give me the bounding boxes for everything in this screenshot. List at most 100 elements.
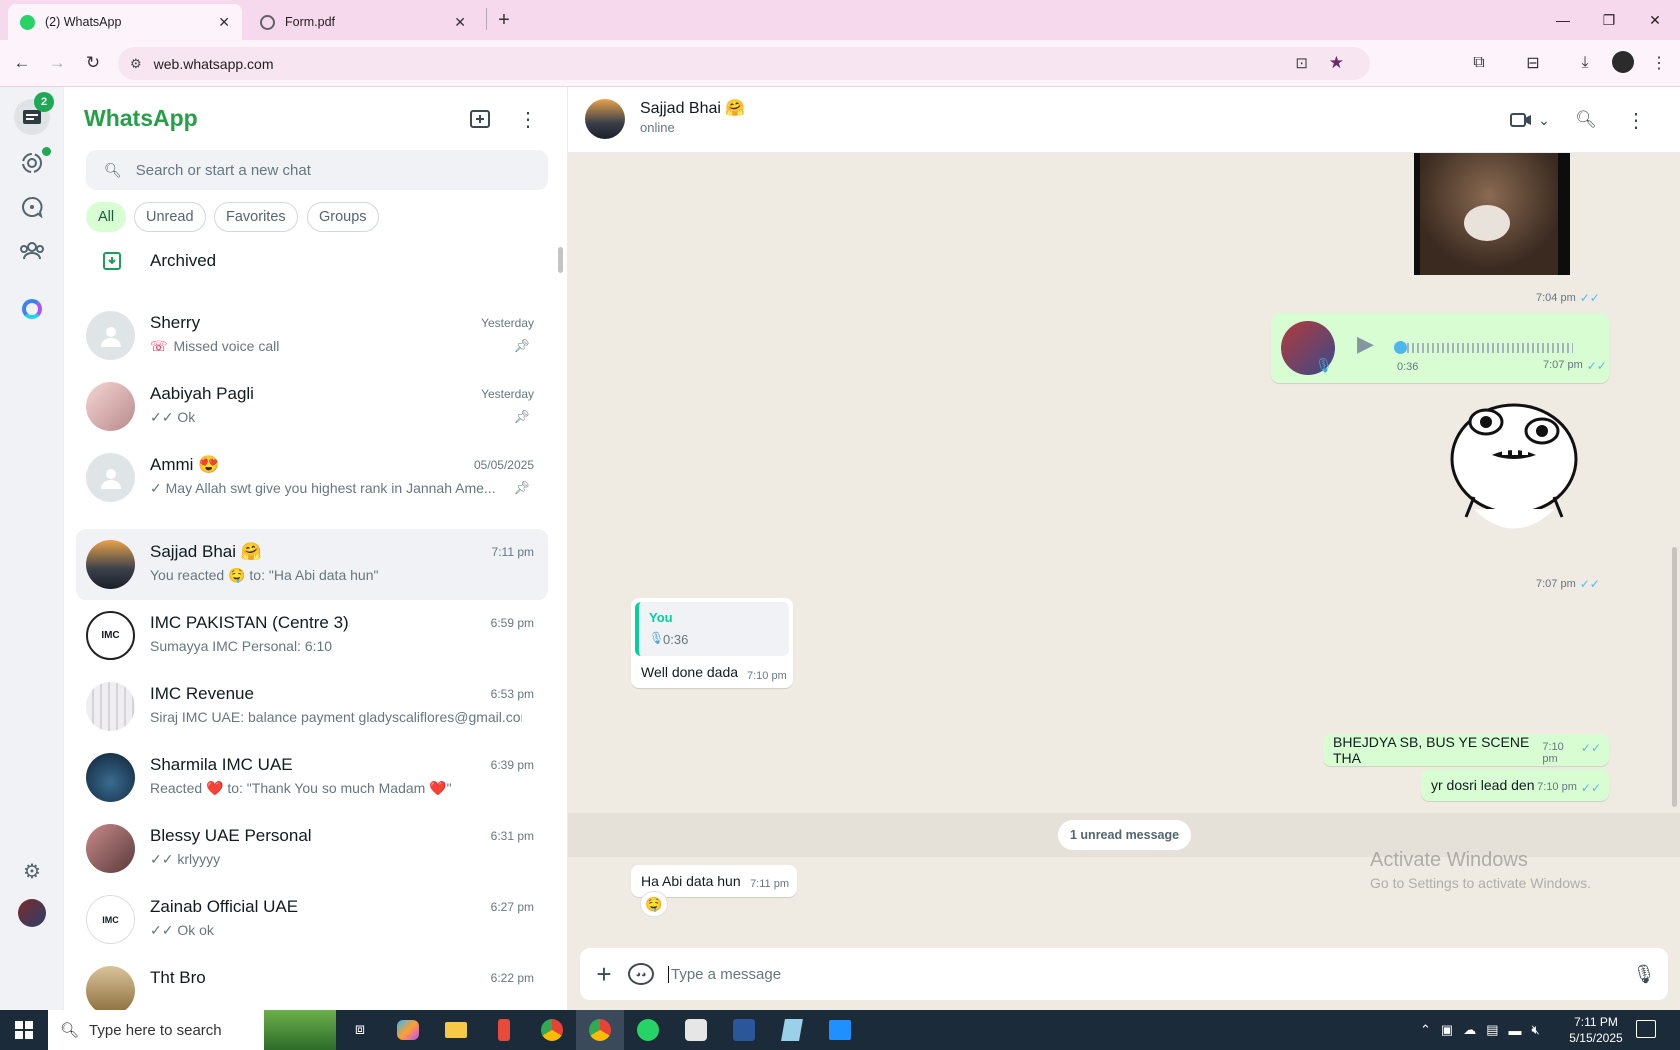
- network-icon[interactable]: ▬: [1509, 1023, 1522, 1038]
- sticker-emoji-icon[interactable]: ◕◕: [628, 963, 654, 985]
- close-tab-icon[interactable]: ✕: [218, 14, 230, 31]
- app-pin-icon[interactable]: [480, 1010, 528, 1050]
- channels-nav-button[interactable]: [14, 189, 50, 225]
- copilot-icon[interactable]: [384, 1010, 432, 1050]
- back-button[interactable]: ←: [7, 48, 37, 78]
- reload-button[interactable]: ↻: [78, 48, 108, 78]
- waveform[interactable]: [1397, 343, 1573, 353]
- address-bar[interactable]: ⚙ web.whatsapp.com ⊡ ★: [118, 47, 1370, 80]
- video-message[interactable]: [1414, 153, 1570, 275]
- filter-all[interactable]: All: [86, 202, 127, 232]
- reply-message[interactable]: You 🎙︎ 0:36 Well done dada 7:10 pm: [631, 598, 793, 688]
- notes-app-icon[interactable]: [768, 1010, 816, 1050]
- chat-menu-button[interactable]: ⋮: [1620, 104, 1652, 136]
- meta-ai-nav-button[interactable]: [14, 291, 50, 327]
- meet-now-icon[interactable]: ▣: [1441, 1022, 1453, 1038]
- photos-app-icon[interactable]: [816, 1010, 864, 1050]
- display-icon[interactable]: ▤: [1486, 1022, 1498, 1038]
- list-menu-button[interactable]: ⋮: [510, 101, 546, 137]
- chrome-icon[interactable]: [528, 1010, 576, 1050]
- contact-name[interactable]: Sajjad Bhai 🤗: [640, 98, 745, 118]
- clock[interactable]: 7:11 PM 5/15/2025: [1564, 1014, 1628, 1046]
- avatar: IMC: [86, 895, 135, 944]
- tab-form-pdf[interactable]: Form.pdf ✕: [248, 4, 478, 40]
- message-scrollbar[interactable]: [1672, 547, 1677, 807]
- chat-row-blessy[interactable]: Blessy UAE Personal 6:31 pm ✓✓ krlyyyy: [76, 813, 548, 884]
- profile-avatar[interactable]: [18, 899, 46, 927]
- volume-muted-icon[interactable]: 🔇︎: [1532, 1022, 1540, 1038]
- play-button-icon[interactable]: ▶: [1357, 331, 1374, 357]
- chat-row-zainab[interactable]: IMC Zainab Official UAE 6:27 pm ✓✓ Ok ok: [76, 884, 548, 955]
- file-explorer-icon[interactable]: [432, 1010, 480, 1050]
- chat-time: 6:27 pm: [490, 900, 534, 914]
- word-icon[interactable]: [720, 1010, 768, 1050]
- chat-time: 6:59 pm: [490, 616, 534, 630]
- extensions-icon[interactable]: ⧉: [1464, 48, 1494, 78]
- filter-favorites[interactable]: Favorites: [214, 202, 298, 232]
- new-chat-button[interactable]: [462, 101, 498, 137]
- minimize-button[interactable]: —: [1540, 0, 1586, 40]
- status-nav-button[interactable]: [14, 145, 51, 181]
- taskbar-search[interactable]: 🔍︎ Type here to search: [48, 1010, 336, 1050]
- chat-row-tht-bro[interactable]: Tht Bro 6:22 pm: [76, 955, 548, 1010]
- quoted-message[interactable]: You 🎙︎ 0:36: [635, 602, 789, 656]
- browser-menu-icon[interactable]: ⋮: [1644, 48, 1674, 78]
- settings-nav-button[interactable]: ⚙: [14, 853, 50, 889]
- avatar: [86, 540, 135, 589]
- filter-unread[interactable]: Unread: [134, 202, 206, 232]
- pin-icon: 📌︎: [513, 338, 530, 353]
- forward-button[interactable]: →: [42, 48, 72, 78]
- contact-status: online: [640, 120, 675, 135]
- tab-whatsapp[interactable]: (2) WhatsApp ✕: [8, 4, 242, 40]
- install-app-icon[interactable]: ⊡: [1295, 54, 1308, 72]
- search-input[interactable]: 🔍︎ Search or start a new chat: [86, 150, 548, 190]
- new-tab-button[interactable]: +: [490, 6, 518, 34]
- outgoing-message[interactable]: BHEJDYA SB, BUS YE SCENE THA 7:10 pm ✓✓: [1323, 734, 1609, 766]
- tab-divider: [486, 8, 487, 30]
- onedrive-icon[interactable]: ☁: [1463, 1022, 1476, 1038]
- microphone-icon[interactable]: 🎙︎: [1620, 964, 1668, 985]
- close-tab-icon[interactable]: ✕: [454, 14, 466, 31]
- lens-search-icon[interactable]: ⊟: [1518, 48, 1548, 78]
- notification-center-icon[interactable]: [1636, 1020, 1656, 1038]
- chat-name: Zainab Official UAE: [150, 897, 299, 916]
- chats-nav-button[interactable]: 2: [14, 92, 54, 135]
- chat-row-imc-revenue[interactable]: IMC Revenue 6:53 pm Siraj IMC UAE: balance…: [76, 671, 548, 742]
- chat-row-aabiyah[interactable]: Aabiyah Pagli Yesterday ✓✓ Ok 📌︎: [76, 371, 548, 442]
- playback-handle[interactable]: [1394, 341, 1407, 354]
- task-view-icon[interactable]: ⧈: [336, 1010, 384, 1050]
- chat-row-sharmila[interactable]: Sharmila IMC UAE 6:39 pm Reacted ❤️ to: "T…: [76, 742, 548, 813]
- clock-app-icon[interactable]: [672, 1010, 720, 1050]
- restore-button[interactable]: ❐: [1586, 0, 1632, 40]
- download-icon[interactable]: ⤓: [1570, 48, 1600, 78]
- avatar: IMC: [86, 611, 135, 660]
- list-scrollbar[interactable]: [558, 247, 563, 273]
- chevron-up-icon[interactable]: ⌃: [1420, 1022, 1431, 1038]
- sticker-message[interactable]: [1444, 397, 1584, 547]
- bookmark-star-icon[interactable]: ★: [1329, 53, 1344, 73]
- outgoing-message[interactable]: yr dosri lead den 7:10 pm ✓✓: [1421, 769, 1609, 801]
- whatsapp-app-icon[interactable]: [624, 1010, 672, 1050]
- archived-row[interactable]: Archived: [86, 235, 546, 287]
- chat-row-sherry[interactable]: Sherry Yesterday ☏ Missed voice call 📌︎: [76, 300, 548, 371]
- attach-plus-icon[interactable]: +: [580, 959, 628, 990]
- voice-message[interactable]: 🎙︎ ▶ 0:36 7:07 pm ✓✓: [1271, 313, 1609, 383]
- message-input[interactable]: Type a message: [668, 965, 1620, 983]
- communities-nav-button[interactable]: [14, 233, 50, 269]
- chrome-active-icon[interactable]: [576, 1010, 624, 1050]
- chat-row-sajjad-selected[interactable]: Sajjad Bhai 🤗 7:11 pm You reacted 🤤 to: "H…: [76, 529, 548, 600]
- video-call-button[interactable]: ⌄: [1506, 105, 1554, 135]
- close-window-button[interactable]: ✕: [1632, 0, 1678, 40]
- chat-row-imc-pakistan[interactable]: IMC IMC PAKISTAN (Centre 3) 6:59 pm Sumayy…: [76, 600, 548, 671]
- chat-row-ammi[interactable]: Ammi 😍 05/05/2025 ✓ May Allah swt give you…: [76, 442, 548, 513]
- start-button[interactable]: [0, 1010, 48, 1050]
- avatar: [86, 382, 135, 431]
- filter-groups[interactable]: Groups: [307, 202, 379, 232]
- search-chat-button[interactable]: 🔍︎: [1570, 104, 1602, 136]
- contact-avatar[interactable]: [585, 99, 625, 139]
- profile-avatar[interactable]: [1612, 51, 1634, 73]
- message-text: yr dosri lead den: [1431, 777, 1535, 793]
- browser-toolbar: ← → ↻ ⚙ web.whatsapp.com ⊡ ★ ⧉ ⊟ ⤓ ⋮: [0, 40, 1680, 87]
- reaction-emoji[interactable]: 🤤: [640, 891, 668, 917]
- site-info-icon[interactable]: ⚙: [130, 56, 142, 72]
